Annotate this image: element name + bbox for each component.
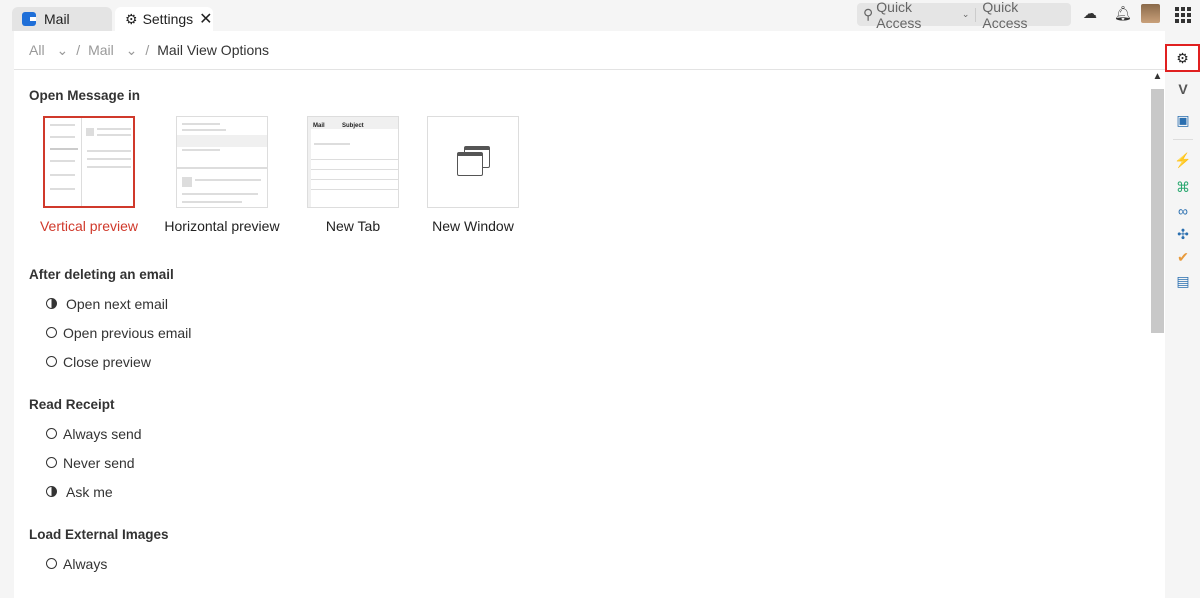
check-icon[interactable]: ✔ (1170, 246, 1196, 268)
right-sidebar: ⚙ V ▣ ⚡ ⌘ ∞ ✣ ✔ ▤ (1165, 31, 1200, 598)
chevron-down-icon: ⌄ (961, 9, 970, 19)
radio-close-preview[interactable]: Close preview (29, 347, 1150, 376)
thumb-tab-subject: Subject (342, 123, 364, 129)
gear-icon: ⚙ (125, 10, 138, 27)
tab-label: Mail (44, 11, 70, 27)
settings-gear-icon[interactable]: ⚙ (1165, 44, 1200, 72)
horizontal-preview-thumbnail (176, 116, 268, 208)
cloud-icon[interactable]: ☁ (1083, 5, 1097, 22)
tab-label: Settings (142, 11, 194, 27)
section-title: Load External Images (29, 527, 169, 542)
option-new-tab[interactable]: Mail Subject New Tab (293, 116, 413, 234)
radio-label: Close preview (63, 353, 151, 370)
mail-app-icon (22, 12, 36, 26)
thumb-tab-mail: Mail (313, 123, 325, 129)
radio-icon (46, 457, 57, 468)
section-title: After deleting an email (29, 267, 174, 282)
tab-mail[interactable]: Mail (12, 7, 112, 31)
radio-always[interactable]: Always (29, 549, 1150, 578)
radio-label: Always (63, 555, 108, 572)
divider (975, 7, 977, 22)
apps-grid-icon[interactable] (1175, 7, 1191, 23)
radio-label: Always send (63, 425, 142, 442)
section-title: Open Message in (29, 88, 141, 103)
puzzle-icon[interactable]: ✣ (1170, 223, 1196, 245)
breadcrumb: All ⌄ / Mail ⌄ / Mail View Options (14, 31, 1165, 70)
option-label: Vertical preview (39, 218, 139, 234)
breadcrumb-current: Mail View Options (157, 42, 270, 58)
option-horizontal-preview[interactable]: Horizontal preview (151, 116, 293, 234)
vee-app-icon[interactable]: V (1170, 78, 1196, 100)
bell-icon[interactable]: 🔔︎ (1114, 5, 1132, 22)
search-icon: ⚲ (863, 6, 874, 22)
radio-always-send[interactable]: Always send (29, 419, 1150, 448)
avatar[interactable] (1141, 4, 1160, 23)
radio-ask-me[interactable]: Ask me (29, 477, 1150, 506)
radio-icon (46, 356, 57, 367)
option-new-window[interactable]: New Window (413, 116, 533, 234)
option-label: New Tab (325, 218, 381, 234)
quick-access-input[interactable]: Quick Access (982, 0, 1065, 31)
option-vertical-preview[interactable]: Vertical preview (27, 116, 151, 234)
chart-folder-icon[interactable]: ▤ (1170, 270, 1196, 292)
option-label: New Window (432, 218, 514, 234)
new-window-thumbnail (427, 116, 519, 208)
plug-icon[interactable]: ⚡ (1170, 149, 1196, 171)
option-label: Horizontal preview (164, 218, 280, 234)
radio-icon (46, 428, 57, 439)
radio-open-next[interactable]: Open next email (29, 289, 1150, 318)
radio-icon (46, 327, 57, 338)
quick-access: ⚲ Quick Access ⌄ Quick Access (857, 0, 1071, 31)
close-icon[interactable]: ✕ (199, 9, 212, 29)
new-tab-thumbnail: Mail Subject (307, 116, 399, 208)
crumb-label: Mail (88, 41, 114, 58)
integration-icon[interactable]: ⌘ (1170, 176, 1196, 198)
breadcrumb-all[interactable]: All ⌄ (29, 42, 68, 59)
quick-access-dropdown[interactable]: Quick Access (876, 0, 959, 31)
crumb-label: All (29, 41, 45, 58)
scrollbar[interactable]: ▲ (1150, 71, 1165, 598)
vertical-preview-thumbnail (43, 116, 135, 208)
section-title: Read Receipt (29, 397, 115, 412)
radio-open-previous[interactable]: Open previous email (29, 318, 1150, 347)
radio-label: Open previous email (63, 324, 192, 341)
radio-selected-icon (46, 298, 57, 309)
radio-icon (46, 558, 57, 569)
scroll-up-icon[interactable]: ▲ (1150, 71, 1165, 87)
radio-selected-icon (46, 486, 57, 497)
radio-label: Open next email (66, 295, 168, 312)
tab-settings[interactable]: ⚙ Settings ✕ (115, 7, 213, 31)
radio-never-send[interactable]: Never send (29, 448, 1150, 477)
scrollbar-thumb[interactable] (1151, 89, 1164, 333)
calendar-card-icon[interactable]: ▣ (1170, 109, 1196, 131)
link-icon[interactable]: ∞ (1170, 200, 1196, 222)
radio-label: Ask me (66, 483, 113, 500)
breadcrumb-mail[interactable]: Mail ⌄ (88, 42, 137, 59)
settings-panel: All ⌄ / Mail ⌄ / Mail View Options Open … (14, 31, 1165, 598)
radio-label: Never send (63, 454, 135, 471)
